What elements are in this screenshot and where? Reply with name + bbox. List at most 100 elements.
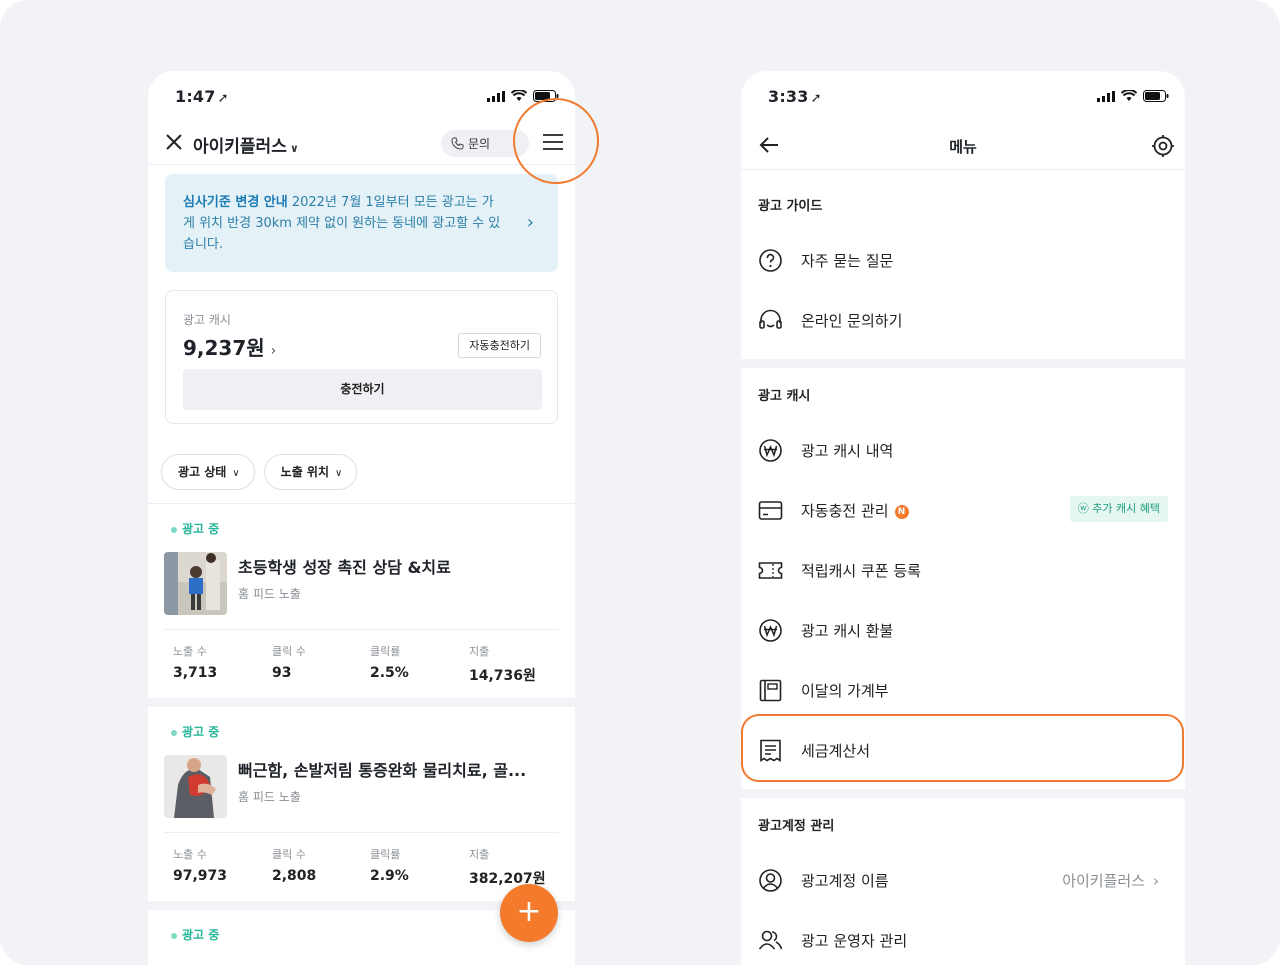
won-coin-icon: ⓦ	[1077, 502, 1093, 515]
menu-item-operators[interactable]: 광고 운영자 관리	[741, 910, 1185, 965]
stat-ctr: 클릭률 2.5%	[370, 645, 409, 681]
ad-title: 뻐근함, 손발저림 통증완화 물리치료, 골...	[238, 761, 527, 780]
wifi-icon	[1121, 90, 1137, 101]
ad-status-badge: 광고 중	[171, 926, 219, 943]
wifi-icon	[511, 90, 527, 101]
header: 메뉴	[741, 121, 1185, 170]
section-ad-cash: 광고 캐시	[758, 389, 811, 404]
section-ad-guide: 광고 가이드	[758, 199, 823, 214]
status-time: 1:47 ➚	[175, 87, 229, 106]
header: 아이키플러스 ∨ 문의	[148, 121, 575, 165]
menu-item-label: 이달의 가계부	[801, 682, 889, 700]
inquiry-label: 문의	[468, 137, 491, 151]
menu-item-coupon[interactable]: 적립캐시 쿠폰 등록	[741, 540, 1185, 600]
ad-title: 초등학생 성장 촉진 상담 &치료	[238, 558, 451, 577]
location-arrow-icon: ➚	[217, 91, 229, 106]
menu-item-cash-history[interactable]: 광고 캐시 내역	[741, 420, 1185, 480]
ad-thumbnail	[164, 755, 227, 818]
stat-impressions: 노출 수 3,713	[173, 645, 218, 681]
menu-item-label: 자동충전 관리 N	[801, 500, 909, 521]
ad-cash-card: 광고 캐시 9,237원 › 자동충전하기 충전하기	[165, 290, 558, 424]
signal-icon	[487, 90, 505, 102]
inquiry-button[interactable]: 문의	[441, 130, 529, 157]
menu-item-label: 온라인 문의하기	[801, 312, 903, 330]
menu-item-auto-charge[interactable]: 자동충전 관리 N ⓦ 추가 캐시 혜택	[741, 480, 1185, 540]
menu-item-label: 세금계산서	[801, 742, 871, 760]
status-icons	[1097, 90, 1169, 102]
stat-clicks: 클릭 수 2,808	[272, 848, 317, 884]
battery-icon	[1143, 90, 1169, 102]
status-bar: 1:47 ➚	[148, 71, 575, 121]
separator	[148, 698, 575, 707]
ad-thumbnail	[164, 552, 227, 615]
status-bar: 3:33 ➚	[741, 71, 1185, 121]
status-icons	[487, 90, 559, 102]
battery-icon	[533, 90, 559, 102]
chevron-right-icon: ›	[1153, 872, 1159, 890]
menu-item-label: 광고 운영자 관리	[801, 932, 908, 950]
menu-item-label: 자주 묻는 질문	[801, 252, 894, 270]
ticket-icon	[758, 562, 783, 579]
cash-label: 광고 캐시	[183, 313, 231, 327]
ad-card[interactable]: 광고 중 초등학생 성장 촉진 상담 &치료 홈 피드 노출 노출 수 3,713	[148, 504, 575, 698]
separator	[741, 359, 1185, 368]
stat-ctr: 클릭률 2.9%	[370, 848, 409, 884]
card-icon	[758, 501, 783, 520]
divider	[164, 629, 559, 630]
page-title: 메뉴	[949, 138, 977, 156]
menu-item-label: 광고계정 이름	[801, 872, 889, 890]
charge-button[interactable]: 충전하기	[183, 369, 542, 410]
menu-item-label: 적립캐시 쿠폰 등록	[801, 562, 921, 580]
review-policy-notice[interactable]: 심사기준 변경 안내 2022년 7월 1일부터 모든 광고는 가게 위치 반경…	[165, 174, 558, 272]
stat-spend: 지출 14,736원	[469, 645, 536, 684]
ledger-book-icon	[759, 679, 782, 702]
notice-text: 심사기준 변경 안내 2022년 7월 1일부터 모든 광고는 가게 위치 반경…	[183, 195, 501, 252]
won-coin-icon	[759, 439, 782, 462]
filter-row: 광고 상태 ∨ 노출 위치 ∨	[161, 454, 358, 490]
menu-item-ledger[interactable]: 이달의 가계부	[741, 660, 1185, 720]
chevron-right-icon: ›	[270, 343, 277, 359]
menu-item-label: 광고 캐시 환불	[801, 622, 894, 640]
separator	[741, 789, 1185, 798]
filter-placement[interactable]: 노출 위치 ∨	[263, 454, 358, 490]
chevron-down-icon: ∨	[232, 468, 240, 479]
close-icon[interactable]	[165, 133, 183, 151]
ad-card[interactable]: 광고 중 뻐근함, 손발저림 통증완화 물리치료, 골... 홈 피드 노출 노…	[148, 707, 575, 901]
ad-status-badge: 광고 중	[171, 520, 219, 537]
menu-item-refund[interactable]: 광고 캐시 환불	[741, 600, 1185, 660]
menu-item-online-inquiry[interactable]: 온라인 문의하기	[741, 290, 1185, 350]
users-icon	[758, 930, 783, 950]
add-ad-button[interactable]: +	[500, 884, 558, 942]
receipt-icon	[760, 739, 781, 762]
bonus-cash-tag: ⓦ 추가 캐시 혜택	[1069, 496, 1168, 522]
section-account: 광고계정 관리	[758, 819, 835, 834]
stat-spend: 지출 382,207원	[469, 848, 546, 887]
ad-status-badge: 광고 중	[171, 723, 219, 740]
menu-item-account-name[interactable]: 광고계정 이름 아이키플러스 ›	[741, 850, 1185, 910]
menu-item-faq[interactable]: 자주 묻는 질문	[741, 230, 1185, 290]
stat-clicks: 클릭 수 93	[272, 645, 306, 681]
account-switcher[interactable]: 아이키플러스 ∨	[193, 132, 299, 157]
chevron-down-icon: ∨	[289, 142, 299, 155]
location-arrow-icon: ➚	[810, 91, 822, 106]
filter-ad-status[interactable]: 광고 상태 ∨	[161, 454, 255, 490]
new-badge: N	[894, 505, 909, 519]
phone-ad-dashboard: 1:47 ➚ 아이키플러스 ∨ 문의 심사기준 변경 안내 2022년 7월 1일부…	[148, 71, 575, 965]
menu-item-tax-invoice[interactable]: 세금계산서	[741, 720, 1185, 780]
divider	[164, 832, 559, 833]
won-coin-icon	[759, 619, 782, 642]
chevron-right-icon: ›	[526, 212, 534, 233]
account-name-value: 아이키플러스 ›	[1062, 872, 1159, 890]
cash-amount[interactable]: 9,237원 ›	[183, 332, 276, 361]
status-time: 3:33 ➚	[768, 87, 822, 106]
gear-icon[interactable]	[1151, 134, 1175, 158]
menu-item-label: 광고 캐시 내역	[801, 442, 894, 460]
user-circle-icon	[759, 869, 782, 892]
signal-icon	[1097, 90, 1115, 102]
ad-placement: 홈 피드 노출	[238, 587, 301, 601]
headset-icon	[759, 309, 782, 329]
auto-charge-button[interactable]: 자동충전하기	[458, 333, 541, 358]
hamburger-menu-icon[interactable]	[540, 129, 566, 155]
stat-impressions: 노출 수 97,973	[173, 848, 228, 884]
ad-placement: 홈 피드 노출	[238, 790, 301, 804]
